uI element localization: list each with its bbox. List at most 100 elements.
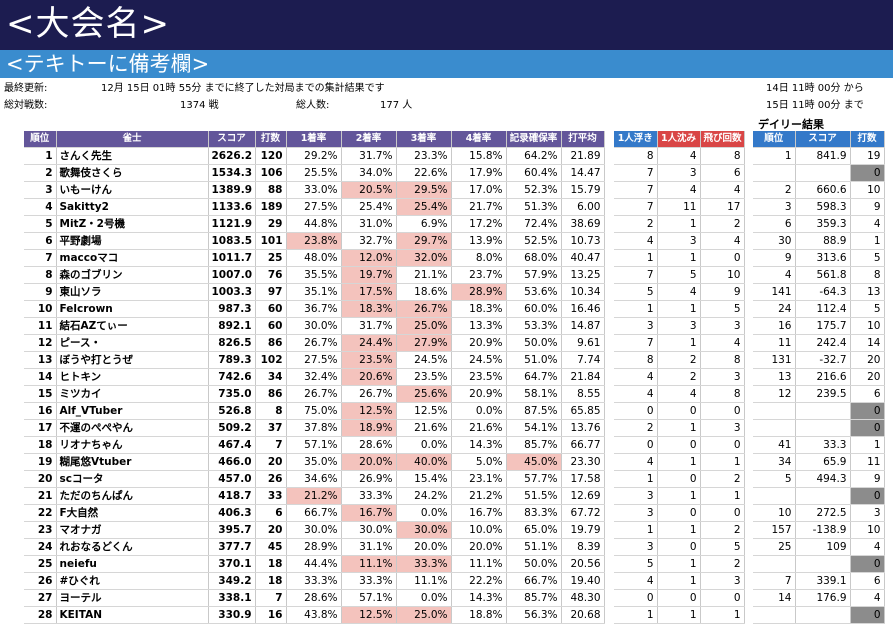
second-rate-cell: 20.5%: [341, 181, 397, 199]
bust-count-cell: 2: [700, 555, 745, 573]
player-name-cell: Alf_VTuber: [56, 402, 209, 420]
games-cell: 29: [255, 215, 287, 233]
daily-rank-cell: 2: [753, 181, 796, 199]
daily-row: 0: [753, 164, 885, 182]
player-name-cell: 東山ソラ: [56, 283, 209, 301]
one-float-cell: 8: [614, 351, 658, 369]
first-rate-cell: 28.6%: [286, 589, 342, 607]
daily-row: 13 216.6 20: [753, 368, 885, 386]
third-rate-cell: 0.0%: [396, 436, 452, 454]
games-cell: 7: [255, 436, 287, 454]
games-cell: 102: [255, 351, 287, 369]
keep-rate-cell: 60.4%: [506, 164, 562, 182]
one-float-cell: 0: [614, 402, 658, 420]
second-rate-cell: 11.1%: [341, 555, 397, 573]
player-name-cell: ヨーテル: [56, 589, 209, 607]
ranking-header-row: 順位 雀士 スコア 打数 1着率 2着率 3着率 4着率 記录確保率 打平均: [24, 131, 605, 148]
score-cell: 789.3: [208, 351, 256, 369]
rank-cell: 17: [24, 419, 57, 437]
daily-games-cell: 5: [850, 300, 885, 318]
bust-count-cell: 3: [700, 317, 745, 335]
daily-games-cell: 8: [850, 266, 885, 284]
ranking-row: 21 ただのちんぱん 418.7 33 21.2% 33.3% 24.2% 21.2% 51.5…: [24, 487, 605, 505]
float-sink-row: 212: [614, 215, 745, 233]
games-cell: 7: [255, 589, 287, 607]
first-rate-cell: 30.0%: [286, 521, 342, 539]
bust-count-cell: 2: [700, 521, 745, 539]
one-float-cell: 0: [614, 589, 658, 607]
ranking-row: 4 Sakitty2 1133.6 189 27.5% 25.4% 25.4% 21.7% 51…: [24, 198, 605, 216]
float-sink-row: 300: [614, 504, 745, 522]
daily-row: 5 494.3 9: [753, 470, 885, 488]
average-cell: 6.00: [561, 198, 605, 216]
header-one-sink: 1人沈み: [657, 131, 701, 148]
third-rate-cell: 25.6%: [396, 385, 452, 403]
rank-cell: 2: [24, 164, 57, 182]
daily-row: 0: [753, 555, 885, 573]
one-sink-cell: 0: [657, 589, 701, 607]
one-float-cell: 3: [614, 317, 658, 335]
header-second-rate: 2着率: [341, 131, 397, 148]
daily-score-cell: 176.9: [795, 589, 851, 607]
player-name-cell: Felcrown: [56, 300, 209, 318]
third-rate-cell: 25.0%: [396, 317, 452, 335]
bust-count-cell: 3: [700, 419, 745, 437]
rank-cell: 27: [24, 589, 57, 607]
daily-games-cell: 20: [850, 351, 885, 369]
score-cell: 349.2: [208, 572, 256, 590]
first-rate-cell: 35.1%: [286, 283, 342, 301]
float-sink-row: 7 11 17: [614, 198, 745, 216]
daily-rank-cell: [753, 164, 796, 182]
average-cell: 13.25: [561, 266, 605, 284]
float-sink-row: 448: [614, 385, 745, 403]
average-cell: 10.34: [561, 283, 605, 301]
daily-games-cell: 4: [850, 215, 885, 233]
float-sink-row: 000: [614, 589, 745, 607]
keep-rate-cell: 64.2%: [506, 147, 562, 165]
second-rate-cell: 33.3%: [341, 487, 397, 505]
header-first-rate: 1着率: [286, 131, 342, 148]
third-rate-cell: 25.4%: [396, 198, 452, 216]
one-float-cell: 7: [614, 181, 658, 199]
keep-rate-cell: 54.1%: [506, 419, 562, 437]
keep-rate-cell: 45.0%: [506, 453, 562, 471]
rank-cell: 19: [24, 453, 57, 471]
average-cell: 12.69: [561, 487, 605, 505]
average-cell: 19.79: [561, 521, 605, 539]
score-cell: 1534.3: [208, 164, 256, 182]
period-from: 14日 11時 00分 から: [766, 83, 864, 94]
first-rate-cell: 29.2%: [286, 147, 342, 165]
keep-rate-cell: 56.3%: [506, 606, 562, 624]
float-sink-row: 102: [614, 470, 745, 488]
daily-header-row: 順位 スコア 打数: [753, 131, 885, 148]
first-rate-cell: 33.3%: [286, 572, 342, 590]
fourth-rate-cell: 23.7%: [451, 266, 507, 284]
average-cell: 17.58: [561, 470, 605, 488]
float-sink-row: 333: [614, 317, 745, 335]
daily-games-cell: 20: [850, 368, 885, 386]
fourth-rate-cell: 22.2%: [451, 572, 507, 590]
bust-count-cell: 1: [700, 606, 745, 624]
daily-row: 4 561.8 8: [753, 266, 885, 284]
score-cell: 330.9: [208, 606, 256, 624]
daily-score-cell: 216.6: [795, 368, 851, 386]
first-rate-cell: 26.7%: [286, 334, 342, 352]
one-sink-cell: 1: [657, 572, 701, 590]
keep-rate-cell: 66.7%: [506, 572, 562, 590]
player-name-cell: F大自然: [56, 504, 209, 522]
first-rate-cell: 30.0%: [286, 317, 342, 335]
one-float-cell: 4: [614, 572, 658, 590]
games-cell: 16: [255, 606, 287, 624]
games-cell: 88: [255, 181, 287, 199]
header-player: 雀士: [56, 131, 209, 148]
fourth-rate-cell: 17.0%: [451, 181, 507, 199]
ranking-row: 18 リオナちゃん 467.4 7 57.1% 28.6% 0.0% 14.3% 85.7% 66…: [24, 436, 605, 454]
score-cell: 742.6: [208, 368, 256, 386]
player-name-cell: Sakitty2: [56, 198, 209, 216]
ranking-row: 22 F大自然 406.3 6 66.7% 16.7% 0.0% 16.7% 83.3% 67.7…: [24, 504, 605, 522]
third-rate-cell: 25.0%: [396, 606, 452, 624]
fourth-rate-cell: 17.2%: [451, 215, 507, 233]
daily-row: 24 112.4 5: [753, 300, 885, 318]
rank-cell: 11: [24, 317, 57, 335]
one-float-cell: 3: [614, 504, 658, 522]
